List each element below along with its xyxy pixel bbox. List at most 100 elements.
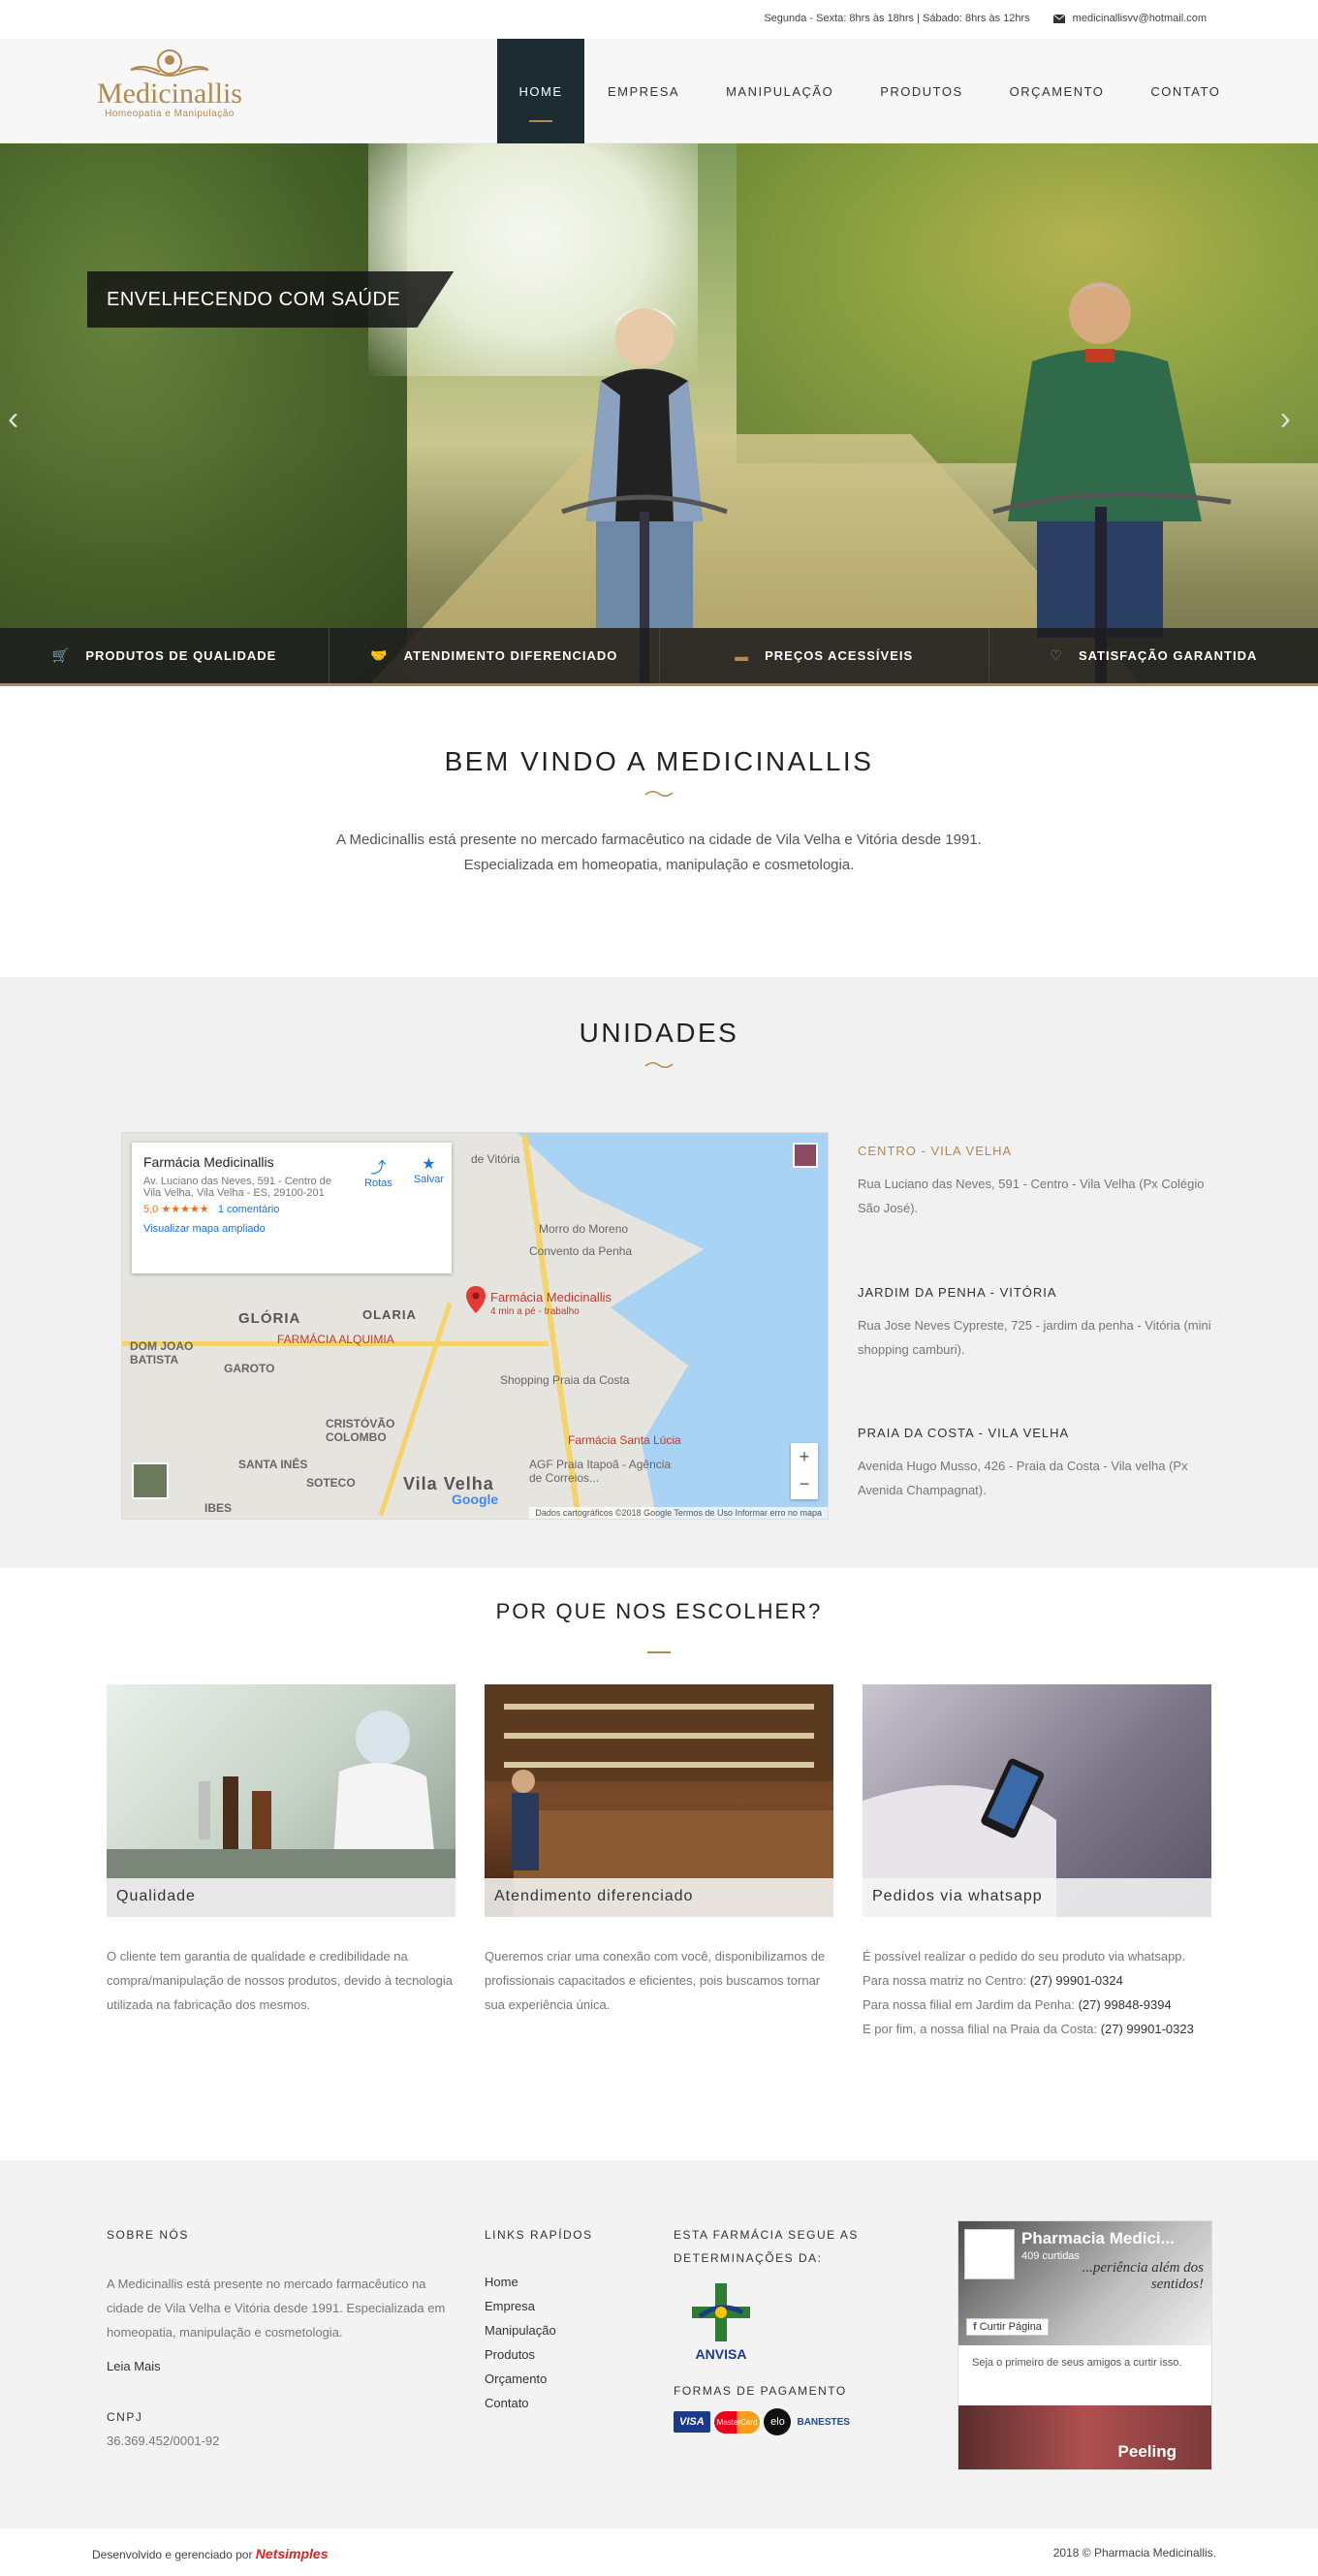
welcome-title: BEM VINDO A MEDICINALLIS: [444, 746, 874, 776]
email-text: medicinallisvv@hotmail.com: [1072, 13, 1207, 24]
email-contact[interactable]: medicinallisvv@hotmail.com: [1052, 13, 1207, 24]
feature-bar: 🛒 PRODUTOS DE QUALIDADE 🤝 ATENDIMENTO DI…: [0, 628, 1318, 686]
directions-icon: ⤴: [370, 1160, 387, 1177]
footer-link-produtos[interactable]: Produtos: [485, 2342, 593, 2367]
fb-page-logo: [964, 2229, 1015, 2279]
phone-jardim-penha[interactable]: (27) 99848-9394: [1079, 1997, 1172, 2012]
location-title: PRAIA DA COSTA - VILA VELHA: [858, 1426, 1070, 1440]
enlarge-map-link[interactable]: Visualizar mapa ampliado: [143, 1223, 440, 1235]
developer-text: Desenvolvido e gerenciado por: [92, 2548, 253, 2561]
location-jardim-penha: JARDIM DA PENHA - VITÓRIA Rua Jose Neves…: [858, 1285, 1216, 1362]
nav-home[interactable]: HOME: [497, 39, 584, 143]
card-text: Queremos criar uma conexão com você, dis…: [485, 1949, 826, 2012]
divider-ornament-icon: [644, 791, 674, 797]
whatsapp-line-3: E por fim, a nossa filial na Praia da Co…: [863, 2022, 1101, 2036]
card-text: É possível realizar o pedido do seu prod…: [863, 1944, 1211, 2041]
map-label: IBES: [204, 1501, 233, 1515]
footer-link-orcamento[interactable]: Orçamento: [485, 2367, 593, 2391]
save-place-button[interactable]: ★ Salvar: [414, 1154, 444, 1189]
opening-hours: Segunda - Sexta: 8hrs às 18hrs | Sábado:…: [764, 13, 1030, 24]
map-label: SANTA INÊS: [238, 1458, 308, 1471]
nav-produtos[interactable]: PRODUTOS: [857, 39, 986, 143]
read-more-link[interactable]: Leia Mais: [107, 2354, 446, 2378]
developer-credit: Desenvolvido e gerenciado por Netsimples: [92, 2546, 329, 2561]
nav-empresa[interactable]: EMPRESA: [584, 39, 703, 143]
zoom-out-button[interactable]: −: [791, 1470, 818, 1497]
units-title: UNIDADES: [579, 1018, 739, 1048]
footer-link-empresa[interactable]: Empresa: [485, 2294, 593, 2318]
why-card-quality: Qualidade O cliente tem garantia de qual…: [107, 1684, 455, 2017]
zoom-in-button[interactable]: +: [791, 1443, 818, 1470]
footer-link-home[interactable]: Home: [485, 2270, 593, 2294]
slider-prev-button[interactable]: ‹: [8, 400, 18, 438]
logo[interactable]: Medicinallis Homeopatia e Manipulação: [92, 47, 247, 138]
whatsapp-intro: É possível realizar o pedido do seu prod…: [863, 1949, 1186, 1963]
copyright: 2018 © Pharmacia Medicinallis.: [1052, 2546, 1216, 2560]
mastercard-icon: MasterCard: [713, 2410, 761, 2434]
map-place-card: Farmácia Medicinallis Av. Luciano das Ne…: [132, 1143, 452, 1273]
welcome-section: BEM VINDO A MEDICINALLIS A Medicinallis …: [0, 686, 1318, 977]
location-address: Avenida Hugo Musso, 426 - Praia da Costa…: [858, 1459, 1188, 1497]
feature-label: ATENDIMENTO DIFERENCIADO: [403, 648, 618, 663]
nav-contato[interactable]: CONTATO: [1127, 39, 1243, 143]
fb-post-preview: Peeling: [958, 2405, 1211, 2469]
payment-methods: VISA MasterCard elo BANESTES: [674, 2408, 896, 2435]
map-label: AGF Praia Itapoã - Agência de Correios..…: [529, 1458, 672, 1485]
satellite-toggle[interactable]: [132, 1462, 169, 1499]
phone-praia-costa[interactable]: (27) 99901-0323: [1101, 2022, 1194, 2036]
map-label: GAROTO: [224, 1362, 275, 1375]
facebook-icon: f: [973, 2321, 977, 2333]
money-icon: ▬: [735, 647, 750, 664]
map-attribution: Dados cartográficos ©2018 Google Termos …: [529, 1507, 828, 1519]
welcome-line-2: Especializada em homeopatia, manipulação…: [463, 857, 855, 873]
fb-friends-note: Seja o primeiro de seus amigos a curtir …: [972, 2357, 1182, 2369]
site-footer: SOBRE NÓS A Medicinallis está presente n…: [0, 2160, 1318, 2529]
visa-icon: VISA: [674, 2411, 710, 2433]
map-label: SOTECO: [306, 1476, 356, 1490]
nav-manipulacao[interactable]: MANIPULAÇÃO: [703, 39, 857, 143]
elo-icon: elo: [764, 2408, 792, 2435]
place-actions: ⤴ Rotas ★ Salvar: [364, 1154, 444, 1189]
map-label: FARMÁCIA ALQUIMIA: [277, 1333, 394, 1346]
routes-button[interactable]: ⤴ Rotas: [364, 1154, 392, 1189]
footer-links: LINKS RAPÍDOS Home Empresa Manipulação P…: [485, 2223, 593, 2415]
fb-like-label: Curtir Página: [979, 2321, 1042, 2333]
feature-quality: 🛒 PRODUTOS DE QUALIDADE: [0, 628, 330, 683]
map-label: DOM JOAO BATISTA: [130, 1339, 194, 1367]
slider-next-button[interactable]: ›: [1280, 400, 1291, 438]
user-avatar[interactable]: [793, 1143, 818, 1168]
fb-like-button[interactable]: f Curtir Página: [966, 2318, 1049, 2336]
nav-orcamento[interactable]: ORÇAMENTO: [987, 39, 1128, 143]
feature-label: PRODUTOS DE QUALIDADE: [85, 648, 277, 663]
reviews-link[interactable]: 1 comentário: [218, 1204, 280, 1215]
whatsapp-line-2: Para nossa filial em Jardim da Penha:: [863, 1997, 1079, 2012]
map-label: Morro do Moreno: [539, 1222, 629, 1236]
why-card-whatsapp: Pedidos via whatsapp É possível realizar…: [863, 1684, 1211, 2041]
fb-post-title: Peeling: [1117, 2442, 1177, 2461]
location-praia-costa: PRAIA DA COSTA - VILA VELHA Avenida Hugo…: [858, 1426, 1216, 1502]
fb-page-name[interactable]: Pharmacia Medici...: [1021, 2229, 1175, 2248]
location-title: JARDIM DA PENHA - VITÓRIA: [858, 1285, 1057, 1300]
pin-name: Farmácia Medicinallis: [490, 1290, 612, 1304]
map-label: GLÓRIA: [238, 1310, 301, 1327]
divider-bar: [647, 1651, 671, 1653]
feature-label: SATISFAÇÃO GARANTIDA: [1078, 648, 1258, 663]
card-caption: Qualidade: [107, 1878, 455, 1917]
footer-about-text: A Medicinallis está presente no mercado …: [107, 2277, 446, 2340]
save-label: Salvar: [413, 1174, 444, 1185]
footer-link-contato[interactable]: Contato: [485, 2391, 593, 2415]
lab-photo: Qualidade: [107, 1684, 455, 1917]
pharmacy-photo: Atendimento diferenciado: [485, 1684, 833, 1917]
google-map[interactable]: de Vitória Morro do Moreno Convento da P…: [121, 1132, 829, 1520]
facebook-widget[interactable]: Pharmacia Medici... 409 curtidas ...peri…: [957, 2220, 1212, 2470]
fb-likes: 409 curtidas: [1021, 2250, 1080, 2262]
netsimples-logo[interactable]: Netsimples: [256, 2546, 329, 2561]
footer-links-list: Home Empresa Manipulação Produtos Orçame…: [485, 2270, 593, 2415]
banestes-icon: BANESTES: [797, 2416, 850, 2428]
routes-label: Rotas: [364, 1178, 392, 1189]
map-pin-icon[interactable]: [466, 1286, 486, 1313]
phone-centro[interactable]: (27) 99901-0324: [1030, 1973, 1123, 1988]
why-section: POR QUE NOS ESCOLHER? Qualidade O client…: [0, 1568, 1318, 2164]
footer-link-manipulacao[interactable]: Manipulação: [485, 2318, 593, 2342]
google-logo: Google: [452, 1492, 499, 1507]
